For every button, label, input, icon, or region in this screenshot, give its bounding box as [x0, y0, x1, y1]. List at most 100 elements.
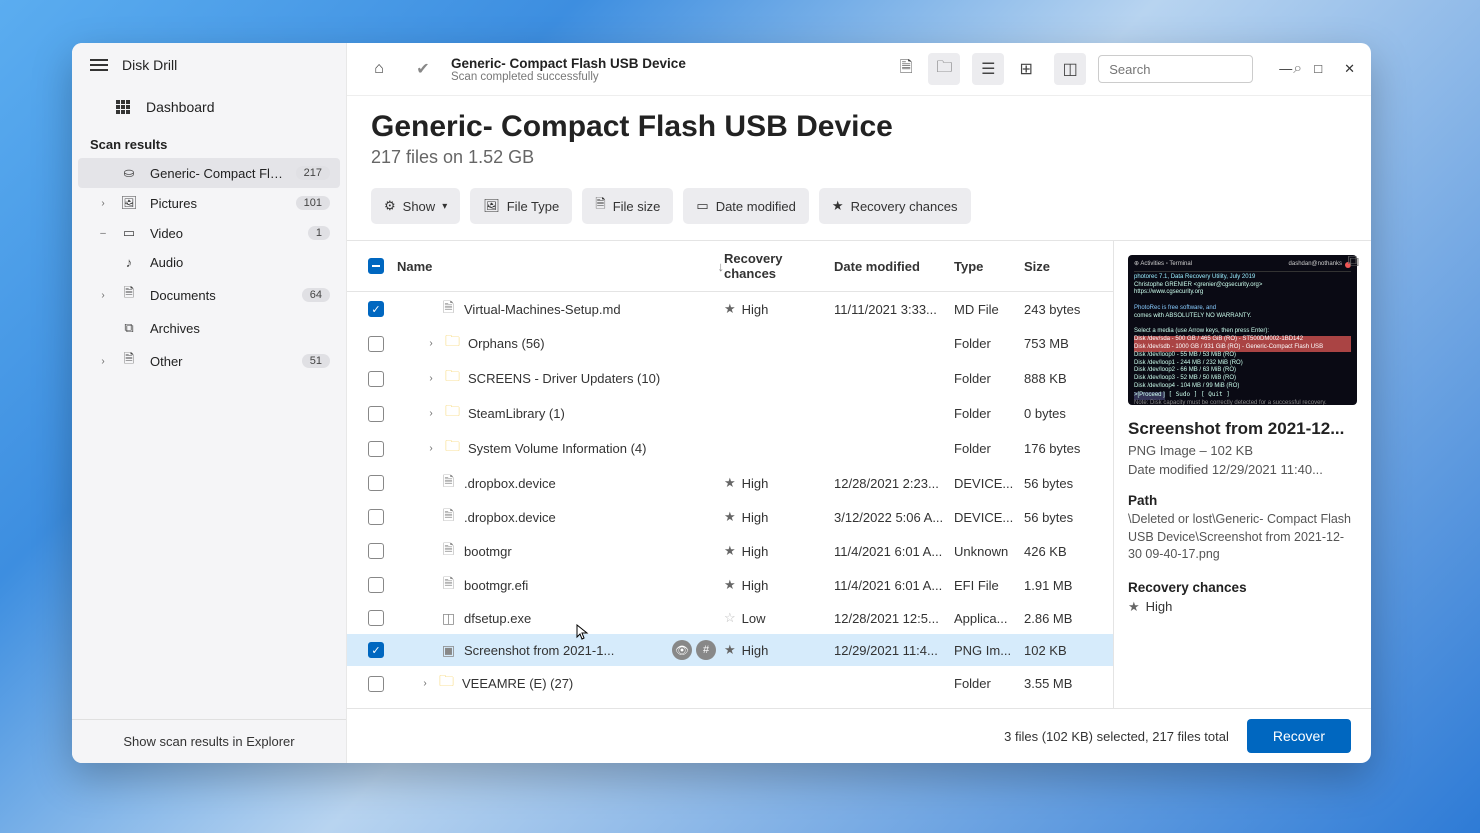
- selection-status: 3 files (102 KB) selected, 217 files tot…: [1004, 729, 1229, 744]
- col-type[interactable]: Type: [954, 259, 1024, 274]
- check-icon[interactable]: ✔: [407, 53, 439, 85]
- folder-icon[interactable]: 🗀: [928, 53, 960, 85]
- chevron-right-icon[interactable]: ›: [425, 443, 437, 454]
- row-checkbox[interactable]: [368, 610, 384, 626]
- col-size[interactable]: Size: [1024, 259, 1099, 274]
- folder-icon: 🗀: [439, 671, 454, 696]
- minimize-button[interactable]: —: [1279, 61, 1292, 77]
- file-icon: ◫: [441, 610, 456, 627]
- filter-datemod[interactable]: ▭Date modified: [683, 188, 809, 224]
- sidebar-item-icon: 🖼: [120, 195, 138, 211]
- col-name[interactable]: Name: [397, 259, 432, 274]
- main: ⌂ ✔ Generic- Compact Flash USB Device Sc…: [347, 43, 1371, 763]
- chevron-right-icon[interactable]: ›: [425, 338, 437, 349]
- home-icon[interactable]: ⌂: [363, 53, 395, 85]
- select-all-checkbox[interactable]: [368, 258, 384, 274]
- table-row[interactable]: 🗎bootmgr ★High 11/4/2021 6:01 A... Unkno…: [347, 534, 1113, 568]
- file-icon: 🗎: [441, 297, 456, 321]
- search-input[interactable]: ⌕: [1098, 55, 1253, 83]
- external-link-icon[interactable]: ⧉: [1348, 253, 1359, 271]
- sidebar-item-1[interactable]: ›🖼Pictures101: [78, 188, 340, 218]
- sidebar-item-icon: 🗎: [120, 350, 138, 372]
- table-row[interactable]: 🗎bootmgr.efi ★High 11/4/2021 6:01 A... E…: [347, 568, 1113, 602]
- col-date[interactable]: Date modified: [834, 259, 954, 274]
- sidebar-item-3[interactable]: ♪Audio: [78, 248, 340, 277]
- folder-icon: 🗀: [445, 436, 460, 461]
- table-row[interactable]: ›🗀Orphans (56) Folder 753 MB: [347, 326, 1113, 361]
- row-checkbox[interactable]: ✓: [368, 301, 384, 317]
- filter-show[interactable]: ⚙Show▾: [371, 188, 460, 224]
- star-icon: ★: [724, 543, 736, 559]
- chevron-right-icon[interactable]: ›: [419, 678, 431, 689]
- table-row[interactable]: 🗎.dropbox.device ★High 3/12/2022 5:06 A.…: [347, 500, 1113, 534]
- maximize-button[interactable]: □: [1314, 61, 1322, 77]
- row-checkbox[interactable]: [368, 371, 384, 387]
- col-recovery[interactable]: Recovery chances: [724, 251, 834, 281]
- details-path: \Deleted or lost\Generic- Compact Flash …: [1128, 511, 1357, 564]
- recover-button[interactable]: Recover: [1247, 719, 1351, 753]
- sidebar-section-label: Scan results: [72, 127, 346, 158]
- table-row[interactable]: ›🗀System Volume Information (4) Folder 1…: [347, 431, 1113, 466]
- app-window: Disk Drill Dashboard Scan results ⛀Gener…: [72, 43, 1371, 763]
- row-checkbox[interactable]: [368, 676, 384, 692]
- sidebar-dashboard[interactable]: Dashboard: [72, 87, 346, 127]
- table-row[interactable]: ✓ 🗎Virtual-Machines-Setup.md ★High 11/11…: [347, 292, 1113, 326]
- row-checkbox[interactable]: [368, 543, 384, 559]
- topbar-title: Generic- Compact Flash USB Device: [451, 56, 878, 71]
- page-subtitle: 217 files on 1.52 GB: [371, 147, 1347, 168]
- panel-toggle-icon[interactable]: ◫: [1054, 53, 1086, 85]
- table-row[interactable]: ◫dfsetup.exe ☆Low 12/28/2021 12:5... App…: [347, 602, 1113, 634]
- sidebar-item-icon: ⛀: [120, 165, 138, 181]
- preview-icon[interactable]: 👁: [672, 640, 692, 660]
- sidebar-item-icon: ⧉: [120, 320, 138, 336]
- sidebar-item-icon: ♪: [120, 255, 138, 270]
- table-row[interactable]: ›🗀SCREENS - Driver Updaters (10) Folder …: [347, 361, 1113, 396]
- chevron-right-icon[interactable]: ›: [425, 408, 437, 419]
- table-row[interactable]: 🗎.dropbox.device ★High 12/28/2021 2:23..…: [347, 466, 1113, 500]
- star-icon: ★: [724, 475, 736, 491]
- star-icon: ☆: [724, 610, 736, 626]
- hex-icon[interactable]: #: [696, 640, 716, 660]
- filter-filetype[interactable]: 🖼File Type: [470, 188, 572, 224]
- file-icon: 🗎: [441, 505, 456, 529]
- sidebar-item-5[interactable]: ⧉Archives: [78, 313, 340, 343]
- file-icon: 🗎: [441, 539, 456, 563]
- hamburger-icon[interactable]: [90, 59, 108, 71]
- folder-icon: 🗀: [445, 366, 460, 391]
- row-checkbox[interactable]: [368, 441, 384, 457]
- filter-filesize[interactable]: 🗎File size: [582, 188, 673, 224]
- sidebar-item-4[interactable]: ›🗎Documents64: [78, 277, 340, 313]
- footer: 3 files (102 KB) selected, 217 files tot…: [347, 708, 1371, 763]
- details-path-label: Path: [1128, 493, 1357, 508]
- row-checkbox[interactable]: ✓: [368, 642, 384, 658]
- sidebar-item-2[interactable]: –▭Video1: [78, 218, 340, 248]
- details-recovery-label: Recovery chances: [1128, 580, 1357, 595]
- folder-icon: 🗀: [445, 331, 460, 356]
- table-row[interactable]: ✓ ▣Screenshot from 2021-1...👁# ★High 12/…: [347, 634, 1113, 666]
- table-row[interactable]: ›🗀VEEAMRE (E) (27) Folder 3.55 MB: [347, 666, 1113, 701]
- app-title: Disk Drill: [122, 57, 177, 73]
- row-checkbox[interactable]: [368, 336, 384, 352]
- row-checkbox[interactable]: [368, 475, 384, 491]
- grid-view-icon[interactable]: ⊞: [1010, 53, 1042, 85]
- chevron-right-icon[interactable]: ›: [425, 373, 437, 384]
- sidebar-item-6[interactable]: ›🗎Other51: [78, 343, 340, 379]
- preview-thumbnail[interactable]: ⊕ Activities ▫ Terminaldashdan@nothanks …: [1128, 255, 1357, 405]
- filter-row: ⚙Show▾ 🖼File Type 🗎File size ▭Date modif…: [347, 178, 1371, 240]
- table-row[interactable]: ›🗀SteamLibrary (1) Folder 0 bytes: [347, 396, 1113, 431]
- topbar: ⌂ ✔ Generic- Compact Flash USB Device Sc…: [347, 43, 1371, 96]
- row-checkbox[interactable]: [368, 577, 384, 593]
- file-icon[interactable]: 🗎: [890, 53, 922, 85]
- filter-recovery[interactable]: ★Recovery chances: [819, 188, 971, 224]
- sidebar-item-0[interactable]: ⛀Generic- Compact Flash...217: [78, 158, 340, 188]
- page-title: Generic- Compact Flash USB Device: [371, 110, 1347, 144]
- row-checkbox[interactable]: [368, 406, 384, 422]
- file-icon: 🗎: [441, 573, 456, 597]
- details-subtitle: PNG Image – 102 KB: [1128, 443, 1357, 458]
- details-pane: ⧉ ⊕ Activities ▫ Terminaldashdan@nothank…: [1113, 241, 1371, 708]
- list-view-icon[interactable]: ☰: [972, 53, 1004, 85]
- close-button[interactable]: ✕: [1344, 61, 1355, 77]
- show-in-explorer-button[interactable]: Show scan results in Explorer: [72, 719, 346, 763]
- group-reconstructed[interactable]: › Reconstructed (37) - 14.0 MB: [347, 701, 1113, 708]
- row-checkbox[interactable]: [368, 509, 384, 525]
